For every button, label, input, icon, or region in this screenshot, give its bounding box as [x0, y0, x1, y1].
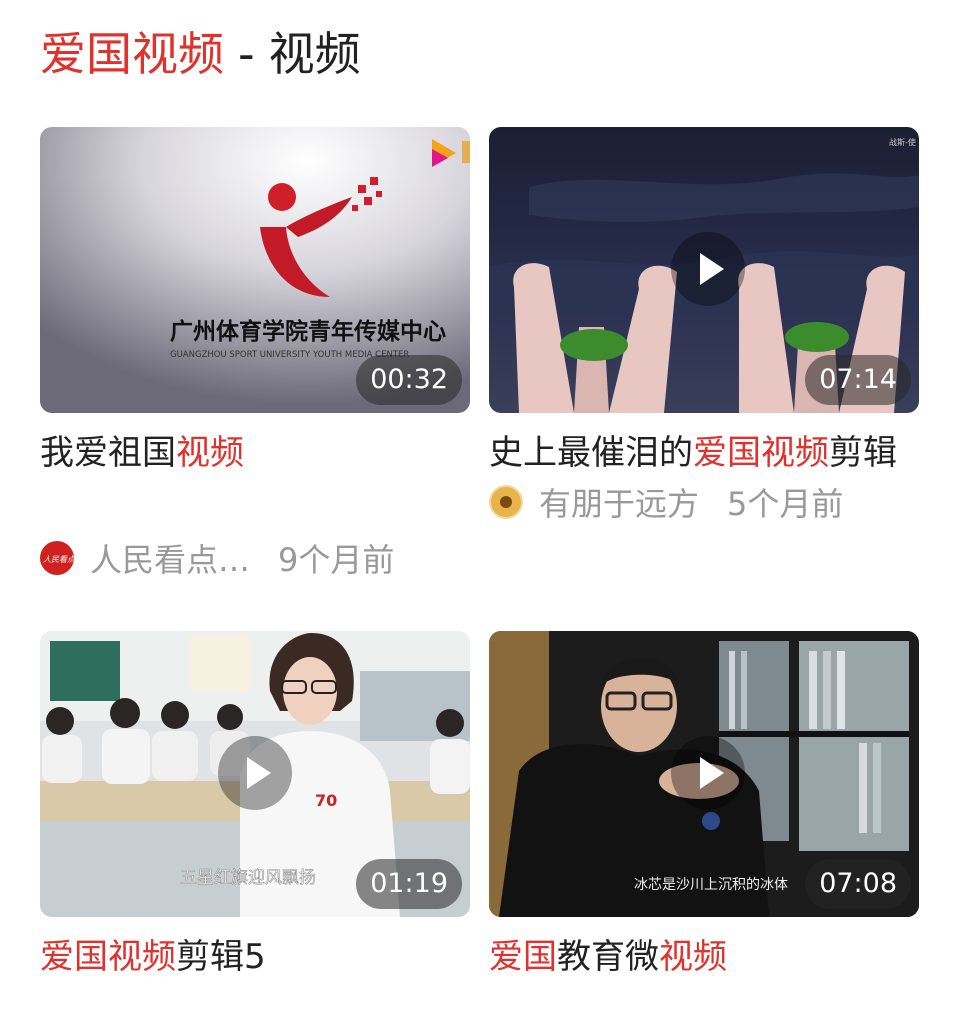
- author-name[interactable]: 有朋于远方: [539, 479, 699, 525]
- header-separator: -: [238, 27, 255, 81]
- video-meta: 人民看点 人民看点… 9个月前: [40, 533, 470, 583]
- video-thumbnail[interactable]: 广州体育学院青年传媒中心 GUANGZHOU SPORT UNIVERSITY …: [40, 127, 470, 413]
- video-title[interactable]: 爱国视频剪辑5: [40, 929, 460, 985]
- play-button[interactable]: [218, 736, 292, 810]
- publish-time: 5个月前: [727, 485, 844, 523]
- video-title[interactable]: 史上最催泪的爱国视频剪辑: [489, 425, 909, 481]
- title-highlight: 爱国: [489, 937, 557, 977]
- video-card-4[interactable]: 冰芯是沙川上沉积的冰体 07:08 爱国教育微视频: [489, 631, 919, 985]
- title-highlight: 爱国视频: [693, 433, 829, 473]
- avatar-text: 人民看点: [43, 555, 74, 564]
- duration-badge: 01:19: [356, 859, 462, 909]
- video-title[interactable]: 爱国教育微视频: [489, 929, 909, 985]
- video-thumbnail[interactable]: 70 五星红旗迎风飘扬 01:19: [40, 631, 470, 917]
- video-card-3[interactable]: 70 五星红旗迎风飘扬 01:19 爱国视频剪辑5: [40, 631, 470, 985]
- badge-number: 70: [315, 791, 337, 810]
- video-caption: 冰芯是沙川上沉积的冰体: [634, 877, 788, 893]
- title-highlight: 视频: [176, 433, 244, 473]
- section-title: 视频: [268, 27, 361, 81]
- title-part: 剪辑: [829, 433, 897, 473]
- search-query: 爱国视频: [40, 27, 224, 81]
- title-highlight: 爱国视频: [40, 937, 176, 977]
- play-button[interactable]: [671, 736, 745, 810]
- publish-time: 9个月前: [278, 541, 395, 579]
- video-thumbnail[interactable]: 冰芯是沙川上沉积的冰体 07:08: [489, 631, 919, 917]
- play-button[interactable]: [671, 232, 745, 306]
- title-highlight: 视频: [659, 937, 727, 977]
- video-caption: 五星红旗迎风飘扬: [180, 868, 316, 888]
- duration-badge: 07:08: [805, 859, 911, 909]
- video-title[interactable]: 我爱祖国视频: [40, 425, 460, 481]
- title-part: 史上最催泪的: [489, 433, 693, 473]
- avatar[interactable]: 人民看点: [40, 541, 74, 575]
- video-card-2[interactable]: 战斯-使 07:14 史上最催泪的爱国视频剪辑 有朋于远方 5个月前: [489, 127, 919, 527]
- title-part: 我爱祖国: [40, 433, 176, 473]
- author-name[interactable]: 人民看点…: [90, 535, 250, 581]
- video-meta: 有朋于远方 5个月前: [489, 477, 919, 527]
- avatar[interactable]: [489, 485, 523, 519]
- duration-badge: 07:14: [805, 355, 911, 405]
- video-card-1[interactable]: 广州体育学院青年传媒中心 GUANGZHOU SPORT UNIVERSITY …: [40, 127, 470, 583]
- duration-badge: 00:32: [356, 355, 462, 405]
- title-part: 教育微: [557, 937, 659, 977]
- video-thumbnail[interactable]: 战斯-使 07:14: [489, 127, 919, 413]
- title-part: 剪辑5: [176, 937, 266, 977]
- thumb-org-text: 广州体育学院青年传媒中心: [170, 318, 446, 345]
- page-header: 爱国视频 - 视频: [40, 22, 361, 86]
- corner-watermark: 战斯-使: [889, 137, 916, 147]
